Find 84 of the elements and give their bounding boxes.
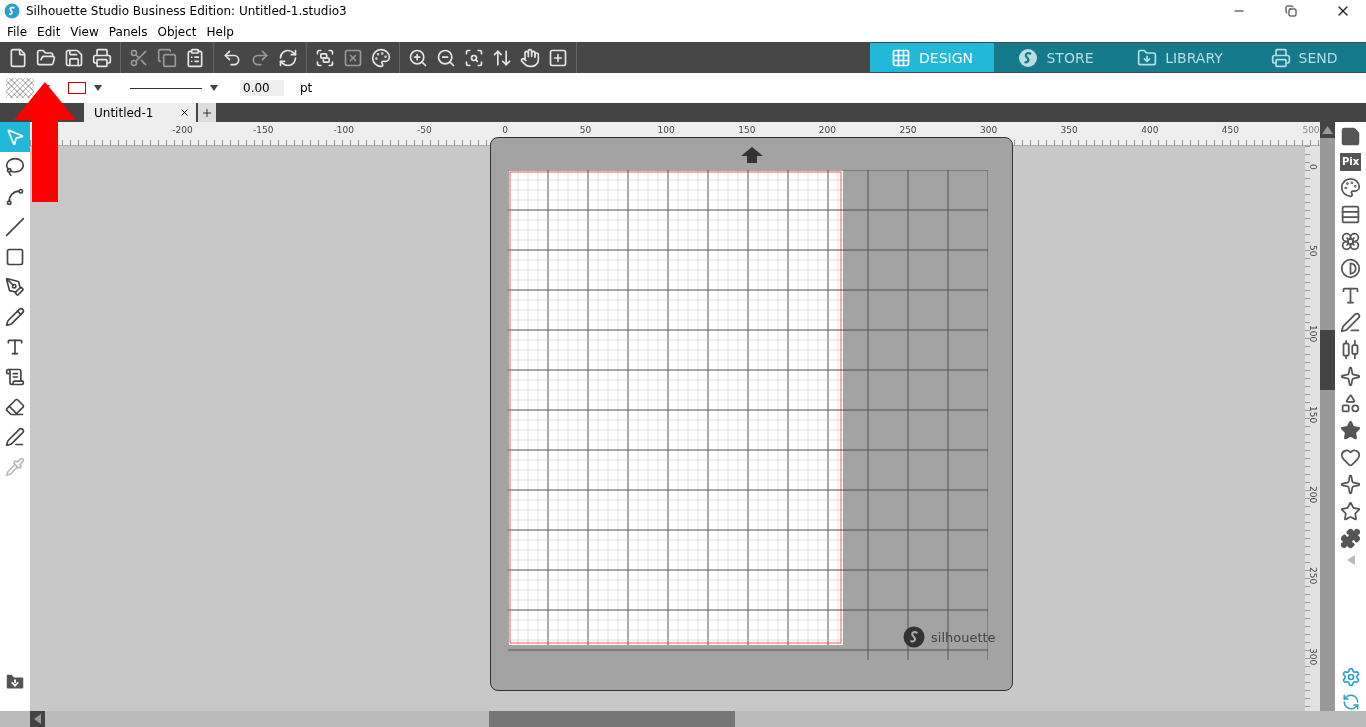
align-icon[interactable] (1340, 339, 1361, 360)
pix-button[interactable]: Pix (1339, 153, 1362, 171)
ruler-label: -150 (252, 125, 274, 135)
menu-item[interactable]: Panels (103, 25, 153, 39)
scroll-thumb[interactable] (1320, 330, 1335, 390)
flower-icon[interactable] (1340, 231, 1361, 252)
ruler-label: 350 (1060, 125, 1078, 135)
printer-icon (1270, 47, 1291, 68)
ruler-label: 250 (1308, 567, 1318, 585)
ruler-label: 150 (738, 125, 756, 135)
sparkle-icon[interactable] (1340, 366, 1361, 387)
stroke-color-swatch[interactable] (68, 82, 86, 94)
s-logo-icon (903, 626, 925, 648)
grid-icon (891, 47, 911, 68)
zoom-fit-icon[interactable] (464, 47, 484, 68)
ruler-label: 100 (1308, 325, 1318, 343)
ruler-label: 450 (1221, 125, 1239, 135)
menu-item[interactable]: View (65, 25, 104, 39)
s-logo-icon (1018, 47, 1039, 68)
ruler-label: 150 (1308, 405, 1318, 423)
copy-icon[interactable] (157, 47, 177, 68)
sync-icon[interactable] (1341, 693, 1360, 711)
heart-icon[interactable] (1340, 447, 1361, 468)
add-tab-icon[interactable] (198, 103, 216, 122)
pen-line-icon[interactable] (1340, 312, 1361, 333)
vertical-scrollbar[interactable] (1320, 122, 1335, 711)
dropdown-arrow-icon[interactable] (210, 85, 218, 91)
ruler-label: 300 (980, 125, 998, 135)
zoom-in-icon[interactable] (408, 47, 428, 68)
feed-arrow-icon (741, 147, 763, 163)
ruler-label: -50 (417, 125, 432, 135)
group-icon[interactable] (315, 47, 335, 68)
zoom-out-icon[interactable] (436, 47, 456, 68)
hand-icon[interactable] (520, 47, 540, 68)
star-badge-icon[interactable] (1340, 420, 1361, 441)
unit-label: pt (300, 81, 313, 95)
ruler-label: 400 (1141, 125, 1159, 135)
menu-item[interactable]: Edit (32, 25, 66, 39)
ruler-label: 200 (818, 125, 836, 135)
line-width-field[interactable]: 0.00 (240, 80, 284, 96)
scroll-left-icon[interactable] (30, 711, 45, 727)
ruler-label: 50 (579, 125, 592, 135)
text-style-icon[interactable] (1340, 285, 1361, 306)
save-icon[interactable] (64, 47, 84, 68)
ruler-label: 200 (1308, 486, 1318, 504)
lines-icon[interactable] (1340, 204, 1361, 225)
contrast-icon[interactable] (1340, 258, 1361, 279)
paste-icon[interactable] (185, 47, 205, 68)
menu-item[interactable]: Help (201, 25, 239, 39)
page-icon[interactable] (1340, 126, 1361, 147)
mat-brand-text: silhouette (931, 629, 996, 645)
ruler-label: 0 (502, 125, 508, 135)
fill-pattern-swatch[interactable] (6, 78, 34, 98)
undo-icon[interactable] (222, 47, 242, 68)
cut-icon[interactable] (129, 47, 149, 68)
window-title: Silhouette Studio Business Edition: Untitled-1.studio3 (26, 4, 348, 18)
menu-item[interactable]: File (2, 25, 33, 39)
ruler-label: 100 (657, 125, 675, 135)
ruler-label: 250 (899, 125, 917, 135)
scroll-up-icon[interactable] (1320, 122, 1335, 138)
star-icon[interactable] (1340, 501, 1361, 522)
scroll-thumb[interactable] (489, 711, 735, 727)
puzzle-icon[interactable] (1340, 528, 1361, 549)
new-file-icon[interactable] (8, 47, 28, 68)
folder-download-icon (1137, 47, 1158, 68)
document-tab[interactable]: Untitled-1 (84, 103, 196, 122)
ruler-label: -200 (172, 125, 193, 135)
shapes-icon[interactable] (1340, 393, 1361, 414)
app-logo-icon (4, 3, 20, 19)
dropdown-arrow-icon[interactable] (94, 85, 102, 91)
close-tab-icon[interactable] (179, 107, 190, 118)
ruler-label: 0 (1308, 164, 1318, 170)
line-style-preview[interactable] (130, 87, 202, 89)
ruler-label: -100 (333, 125, 354, 135)
open-folder-icon[interactable] (36, 47, 56, 68)
redo-icon[interactable] (250, 47, 270, 68)
ruler-label: 500 (1302, 125, 1320, 135)
horizontal-scrollbar[interactable] (0, 711, 1366, 727)
palette-icon[interactable] (1340, 177, 1361, 198)
menu-item[interactable]: Object (152, 25, 202, 39)
ruler-label: 300 (1308, 647, 1318, 665)
ruler-label: 50 (1308, 244, 1318, 257)
print-icon[interactable] (92, 47, 112, 68)
settings-icon[interactable] (1340, 667, 1361, 687)
